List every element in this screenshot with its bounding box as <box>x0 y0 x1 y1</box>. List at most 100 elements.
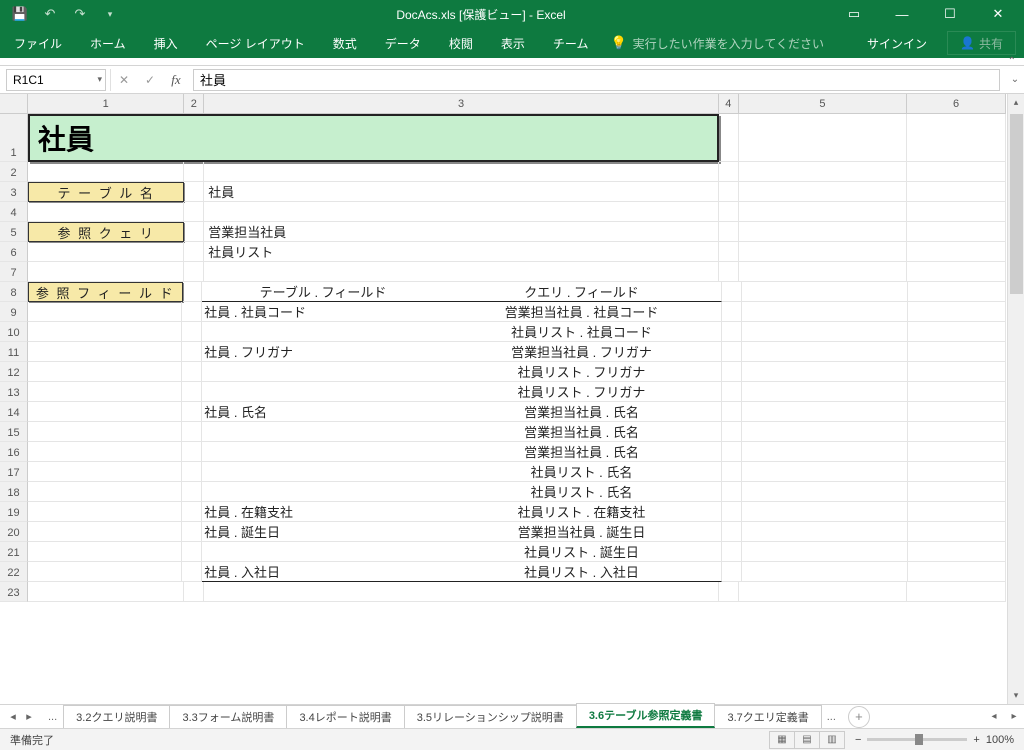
select-all-button[interactable] <box>0 94 28 114</box>
name-box[interactable]: R1C1 ▾ <box>6 69 106 91</box>
sheet-title-cell[interactable]: 社員 <box>28 114 719 162</box>
close-icon[interactable]: ✕ <box>976 2 1020 26</box>
field-row[interactable]: 営業担当社員 . 氏名 <box>202 422 722 442</box>
name-box-dropdown-icon[interactable]: ▾ <box>97 74 102 85</box>
field-row[interactable]: 営業担当社員 . 氏名 <box>202 442 722 462</box>
field-row[interactable]: 社員 . 入社日社員リスト . 入社日 <box>202 562 722 582</box>
row-header[interactable]: 13 <box>0 382 28 402</box>
sheet-tab[interactable]: 3.6テーブル参照定義書 <box>576 703 716 728</box>
scroll-down-icon[interactable]: ▾ <box>1008 687 1024 704</box>
field-row[interactable]: 社員 . 社員コード営業担当社員 . 社員コード <box>202 302 722 322</box>
row-header[interactable]: 3 <box>0 182 28 202</box>
col-header[interactable]: 6 <box>907 94 1006 114</box>
col-header[interactable]: 5 <box>739 94 907 114</box>
field-row[interactable]: 社員リスト . フリガナ <box>202 382 722 402</box>
row-header[interactable]: 21 <box>0 542 28 562</box>
value-ref-query[interactable]: 営業担当社員 <box>204 222 719 242</box>
col-header[interactable]: 3 <box>204 94 719 114</box>
minimize-icon[interactable]: — <box>880 2 924 26</box>
field-row[interactable]: 社員リスト . 誕生日 <box>202 542 722 562</box>
field-row[interactable]: 社員 . 在籍支社社員リスト . 在籍支社 <box>202 502 722 522</box>
collapse-ribbon-icon[interactable]: ⌃ <box>1008 56 1016 67</box>
value-ref-query[interactable]: 社員リスト <box>204 242 719 262</box>
new-sheet-button[interactable]: + <box>848 706 870 728</box>
row-header[interactable]: 5 <box>0 222 28 242</box>
row-header[interactable]: 19 <box>0 502 28 522</box>
redo-icon[interactable]: ↷ <box>66 2 94 26</box>
col-header[interactable]: 2 <box>184 94 204 114</box>
field-row[interactable]: 社員リスト . 社員コード <box>202 322 722 342</box>
tab-file[interactable]: ファイル <box>4 28 76 58</box>
tab-home[interactable]: ホーム <box>76 28 140 58</box>
zoom-in-icon[interactable]: + <box>973 734 979 746</box>
normal-view-icon[interactable]: ▦ <box>769 731 795 749</box>
row-header[interactable]: 16 <box>0 442 28 462</box>
sheet-tabs-ellipsis[interactable]: ... <box>42 711 63 723</box>
row-header[interactable]: 14 <box>0 402 28 422</box>
row-header[interactable]: 6 <box>0 242 28 262</box>
hscroll-left-icon[interactable]: ◂ <box>984 711 1004 722</box>
tell-me-box[interactable]: 💡 実行したい作業を入力してください <box>610 28 823 58</box>
field-row[interactable]: 社員 . フリガナ営業担当社員 . フリガナ <box>202 342 722 362</box>
sheet-tab[interactable]: 3.2クエリ説明書 <box>63 705 170 728</box>
field-row[interactable]: 社員リスト . 氏名 <box>202 482 722 502</box>
row-header[interactable]: 20 <box>0 522 28 542</box>
qat-dropdown-icon[interactable]: ▾ <box>96 2 124 26</box>
row-header[interactable]: 15 <box>0 422 28 442</box>
row-header[interactable]: 2 <box>0 162 28 182</box>
tab-data[interactable]: データ <box>371 28 435 58</box>
sheet-nav-next-icon[interactable]: ▸ <box>22 710 36 723</box>
cancel-icon[interactable]: ✕ <box>111 69 137 91</box>
scroll-up-icon[interactable]: ▴ <box>1008 94 1024 111</box>
field-row[interactable]: 社員リスト . フリガナ <box>202 362 722 382</box>
tab-view[interactable]: 表示 <box>487 28 539 58</box>
maximize-icon[interactable]: ☐ <box>928 2 972 26</box>
field-row[interactable]: 社員リスト . 氏名 <box>202 462 722 482</box>
sheet-tab[interactable]: 3.3フォーム説明書 <box>169 705 287 728</box>
tab-review[interactable]: 校閲 <box>435 28 487 58</box>
row-header[interactable]: 11 <box>0 342 28 362</box>
col-header[interactable]: 1 <box>28 94 184 114</box>
sheet-tab[interactable]: 3.4レポート説明書 <box>286 705 404 728</box>
col-header[interactable]: 4 <box>719 94 739 114</box>
pagebreak-view-icon[interactable]: ▥ <box>819 731 845 749</box>
tab-formulas[interactable]: 数式 <box>319 28 371 58</box>
row-header[interactable]: 22 <box>0 562 28 582</box>
label-table-name[interactable]: テ ー ブ ル 名 <box>28 182 184 202</box>
pagelayout-view-icon[interactable]: ▤ <box>794 731 820 749</box>
enter-icon[interactable]: ✓ <box>137 69 163 91</box>
tab-pagelayout[interactable]: ページ レイアウト <box>192 28 319 58</box>
row-header[interactable]: 10 <box>0 322 28 342</box>
sheet-tabs-more[interactable]: ... <box>821 711 842 723</box>
scroll-thumb[interactable] <box>1010 114 1023 294</box>
row-header[interactable]: 4 <box>0 202 28 222</box>
cells-area[interactable]: 社員 テ ー ブ ル 名 社員 参 照 ク ェ リ 営業担当社員 社員リスト <box>28 114 1006 704</box>
row-header[interactable]: 7 <box>0 262 28 282</box>
row-header[interactable]: 8 <box>0 282 28 302</box>
row-header[interactable]: 18 <box>0 482 28 502</box>
field-row[interactable]: 社員 . 氏名営業担当社員 . 氏名 <box>202 402 722 422</box>
label-ref-field[interactable]: 参 照 フ ィ ー ル ド <box>28 282 183 302</box>
row-header[interactable]: 23 <box>0 582 28 602</box>
value-table-name[interactable]: 社員 <box>204 182 719 202</box>
sheet-nav-prev-icon[interactable]: ◂ <box>6 710 20 723</box>
label-ref-query[interactable]: 参 照 ク ェ リ <box>28 222 184 242</box>
tab-insert[interactable]: 挿入 <box>140 28 192 58</box>
zoom-value[interactable]: 100% <box>986 734 1014 746</box>
sheet-tab[interactable]: 3.7クエリ定義書 <box>714 705 821 728</box>
field-header-row[interactable]: テーブル . フィールド クエリ . フィールド <box>202 282 722 302</box>
fx-icon[interactable]: fx <box>163 69 189 91</box>
expand-formula-bar-icon[interactable]: ⌄ <box>1006 74 1024 85</box>
signin-link[interactable]: サインイン <box>851 28 943 58</box>
vertical-scrollbar[interactable]: ▴ ▾ <box>1007 94 1024 704</box>
hscroll-right-icon[interactable]: ▸ <box>1004 711 1024 722</box>
tab-team[interactable]: チーム <box>539 28 603 58</box>
row-header[interactable]: 17 <box>0 462 28 482</box>
sheet-tab[interactable]: 3.5リレーションシップ説明書 <box>404 705 577 728</box>
undo-icon[interactable]: ↶ <box>36 2 64 26</box>
save-icon[interactable]: 💾 <box>6 2 34 26</box>
zoom-slider[interactable] <box>867 738 967 741</box>
row-header[interactable]: 12 <box>0 362 28 382</box>
share-button[interactable]: 👤 共有 <box>947 31 1016 55</box>
row-header[interactable]: 9 <box>0 302 28 322</box>
